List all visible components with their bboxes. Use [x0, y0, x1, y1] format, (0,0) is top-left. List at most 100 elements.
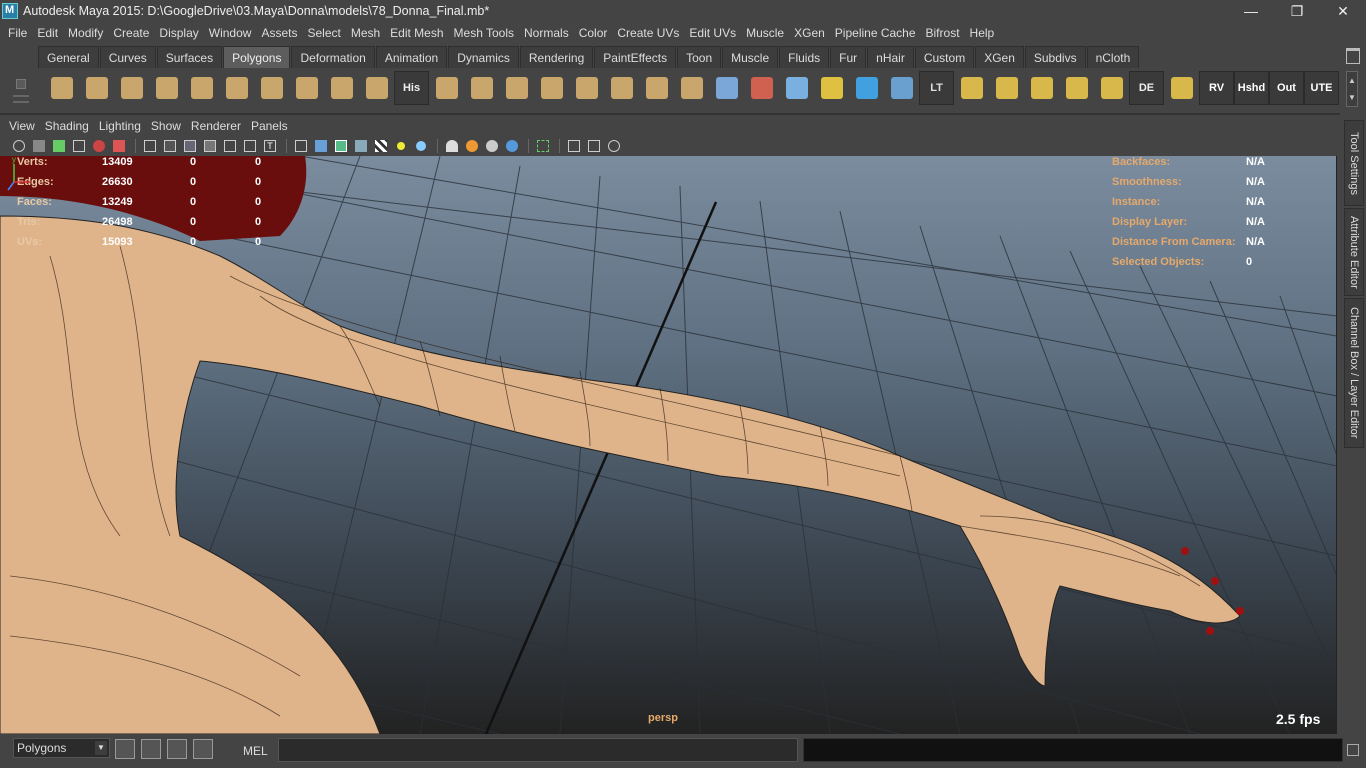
menu-color[interactable]: Color — [574, 22, 613, 44]
planar-map-icon[interactable] — [639, 71, 674, 105]
menu-mesh[interactable]: Mesh — [346, 22, 385, 44]
select-camera-icon[interactable] — [10, 138, 28, 154]
merge-icon[interactable] — [569, 71, 604, 105]
menu-set-select[interactable]: Polygons ▼ — [13, 738, 110, 758]
bevel-icon[interactable] — [464, 71, 499, 105]
tab-channel-box[interactable]: Channel Box / Layer Editor — [1344, 298, 1364, 448]
safe-action-icon[interactable] — [241, 138, 259, 154]
snap-icon[interactable] — [115, 739, 135, 759]
tab-deformation[interactable]: Deformation — [291, 46, 375, 68]
tab-ncloth[interactable]: nCloth — [1086, 46, 1140, 68]
lattice-icon[interactable] — [779, 71, 814, 105]
film-gate-icon[interactable] — [161, 138, 179, 154]
grid-icon[interactable] — [141, 138, 159, 154]
extrude-icon[interactable] — [429, 71, 464, 105]
uv-sew-icon[interactable] — [1024, 71, 1059, 105]
poly-sphere-icon[interactable] — [44, 71, 79, 105]
xray-active-icon[interactable] — [585, 138, 603, 154]
poly-soccerball-icon[interactable] — [359, 71, 394, 105]
lt-icon[interactable]: LT — [919, 71, 954, 105]
split-edge-icon[interactable] — [534, 71, 569, 105]
panel-menu-view[interactable]: View — [4, 119, 40, 133]
wireframe-icon[interactable] — [292, 138, 310, 154]
tab-xgen[interactable]: XGen — [975, 46, 1024, 68]
uv-move-icon[interactable] — [1094, 71, 1129, 105]
history-icon[interactable]: His — [394, 71, 429, 105]
gate-mask-icon[interactable] — [201, 138, 219, 154]
pivot-icon[interactable] — [814, 71, 849, 105]
poly-pipe-icon[interactable] — [289, 71, 324, 105]
tab-toon[interactable]: Toon — [677, 46, 722, 68]
poly-plane-icon[interactable] — [184, 71, 219, 105]
panel-menu-shading[interactable]: Shading — [40, 119, 94, 133]
tab-fur[interactable]: Fur — [830, 46, 867, 68]
panel-menu-show[interactable]: Show — [146, 119, 186, 133]
smooth-shade-icon[interactable] — [312, 138, 330, 154]
anti-aliasing-icon[interactable] — [503, 138, 521, 154]
menu-create-uvs[interactable]: Create UVs — [612, 22, 684, 44]
menu-xgen[interactable]: XGen — [789, 22, 830, 44]
out-icon[interactable]: Out — [1269, 71, 1304, 105]
tab-subdivs[interactable]: Subdivs — [1024, 46, 1086, 68]
shelf-menu-handle[interactable] — [10, 69, 36, 109]
menu-create[interactable]: Create — [108, 22, 154, 44]
panel-menu-lighting[interactable]: Lighting — [94, 119, 146, 133]
mesh-display-icon[interactable] — [884, 71, 919, 105]
poly-cube-icon[interactable] — [79, 71, 114, 105]
maximize-button[interactable]: ❐ — [1274, 0, 1320, 22]
all-lights-icon[interactable] — [412, 138, 430, 154]
menu-mesh-tools[interactable]: Mesh Tools — [449, 22, 519, 44]
script-icon[interactable] — [141, 739, 161, 759]
panel-menu-panels[interactable]: Panels — [246, 119, 293, 133]
tab-animation[interactable]: Animation — [375, 46, 448, 68]
hshd-icon[interactable]: Hshd — [1234, 71, 1269, 105]
menu-edit-mesh[interactable]: Edit Mesh — [385, 22, 448, 44]
image-plane-icon[interactable] — [70, 138, 88, 154]
panel-menu-renderer[interactable]: Renderer — [186, 119, 246, 133]
command-input[interactable] — [278, 738, 798, 762]
poly-pyramid-icon[interactable] — [254, 71, 289, 105]
uv-editor-icon[interactable] — [954, 71, 989, 105]
channel-icon[interactable] — [193, 739, 213, 759]
screen-space-ao-icon[interactable] — [463, 138, 481, 154]
tab-rendering[interactable]: Rendering — [519, 46, 594, 68]
uv-cut-icon[interactable] — [989, 71, 1024, 105]
ute-icon[interactable]: UTE — [1304, 71, 1339, 105]
poly-cone-icon[interactable] — [149, 71, 184, 105]
menu-display[interactable]: Display — [154, 22, 203, 44]
outliner-icon[interactable] — [167, 739, 187, 759]
sculpt-brush-icon[interactable] — [744, 71, 779, 105]
tab-painteffects[interactable]: PaintEffects — [594, 46, 677, 68]
tab-custom[interactable]: Custom — [914, 46, 975, 68]
tab-general[interactable]: General — [38, 46, 99, 68]
share-icon[interactable] — [605, 138, 623, 154]
menu-pipeline-cache[interactable]: Pipeline Cache — [830, 22, 921, 44]
tab-muscle[interactable]: Muscle — [722, 46, 779, 68]
resolution-gate-icon[interactable] — [181, 138, 199, 154]
menu-edit-uvs[interactable]: Edit UVs — [684, 22, 741, 44]
poly-cylinder-icon[interactable] — [114, 71, 149, 105]
menu-help[interactable]: Help — [965, 22, 1000, 44]
isolate-select-icon[interactable] — [534, 138, 552, 154]
scroll-up-icon[interactable]: ▲ — [1347, 72, 1357, 89]
safe-title-icon[interactable]: T — [261, 138, 279, 154]
tab-fluids[interactable]: Fluids — [779, 46, 830, 68]
shelf-scroll[interactable]: ▲ ▼ — [1346, 71, 1358, 107]
menu-bifrost[interactable]: Bifrost — [921, 22, 965, 44]
grease-pencil-icon[interactable] — [110, 138, 128, 154]
poly-helix-icon[interactable] — [324, 71, 359, 105]
2d-pan-zoom-icon[interactable] — [90, 138, 108, 154]
rv-icon[interactable]: RV — [1199, 71, 1234, 105]
uv-select-icon[interactable] — [1059, 71, 1094, 105]
xray-joints-icon[interactable] — [565, 138, 583, 154]
camera-attributes-icon[interactable] — [30, 138, 48, 154]
tab-surfaces[interactable]: Surfaces — [156, 46, 223, 68]
tab-tool-settings[interactable]: Tool Settings — [1344, 120, 1364, 206]
manipulator-icon[interactable] — [849, 71, 884, 105]
minimize-button[interactable]: — — [1228, 0, 1274, 22]
menu-assets[interactable]: Assets — [256, 22, 302, 44]
tab-dynamics[interactable]: Dynamics — [448, 46, 519, 68]
smooth-icon[interactable] — [709, 71, 744, 105]
menu-window[interactable]: Window — [204, 22, 257, 44]
poly-torus-icon[interactable] — [219, 71, 254, 105]
